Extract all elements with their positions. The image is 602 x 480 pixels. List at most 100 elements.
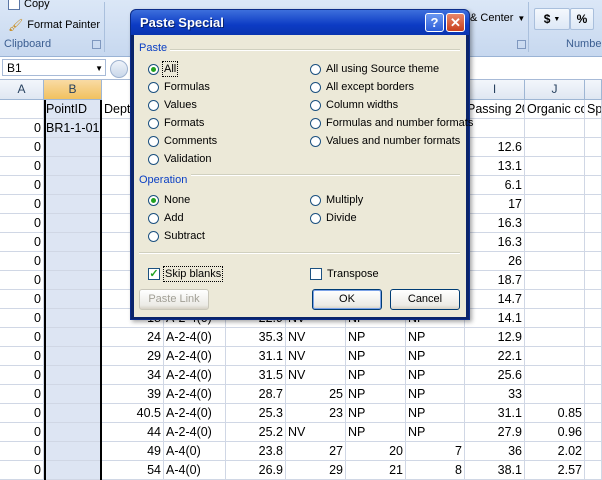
cell[interactable] bbox=[44, 309, 102, 328]
cell[interactable]: 0 bbox=[0, 176, 44, 195]
cell[interactable]: NV bbox=[286, 423, 346, 442]
cell[interactable]: 31.1 bbox=[465, 404, 525, 423]
currency-format-button[interactable]: $ ▼ bbox=[534, 8, 570, 30]
cancel-button[interactable]: Cancel bbox=[390, 289, 460, 310]
ok-button[interactable]: OK bbox=[312, 289, 382, 310]
cell[interactable] bbox=[44, 404, 102, 423]
cell[interactable] bbox=[585, 233, 602, 252]
cell[interactable] bbox=[585, 423, 602, 442]
radio-button[interactable] bbox=[310, 212, 321, 224]
cell[interactable]: NP bbox=[406, 366, 465, 385]
operation-add-radio[interactable]: Add bbox=[148, 212, 184, 224]
cell[interactable]: 29 bbox=[102, 347, 164, 366]
operation-subtract-radio[interactable]: Subtract bbox=[148, 230, 205, 242]
format-painter-button[interactable]: 🖌 Format Painter bbox=[8, 18, 100, 32]
cell[interactable]: 13.1 bbox=[465, 157, 525, 176]
cell[interactable]: 0 bbox=[0, 195, 44, 214]
cell[interactable]: 0 bbox=[0, 233, 44, 252]
cell[interactable] bbox=[44, 214, 102, 233]
chevron-down-icon[interactable]: ▼ bbox=[95, 60, 103, 77]
cell[interactable]: 22.1 bbox=[465, 347, 525, 366]
cell[interactable]: 2.02 bbox=[525, 442, 585, 461]
cell[interactable]: 8 bbox=[406, 461, 465, 480]
cell[interactable]: 0 bbox=[0, 442, 44, 461]
cell[interactable]: A-4(0) bbox=[164, 461, 226, 480]
operation-none-radio[interactable]: None bbox=[148, 194, 190, 206]
cell[interactable] bbox=[44, 442, 102, 461]
cell[interactable]: 25.6 bbox=[465, 366, 525, 385]
cell[interactable]: 54 bbox=[102, 461, 164, 480]
cell[interactable]: 6.1 bbox=[465, 176, 525, 195]
cell[interactable]: 16.3 bbox=[465, 233, 525, 252]
cell[interactable]: 2.57 bbox=[525, 461, 585, 480]
cell[interactable]: NV bbox=[286, 366, 346, 385]
paste-all-except-borders-radio[interactable]: All except borders bbox=[310, 81, 414, 93]
checkbox-box[interactable]: ✓ bbox=[148, 268, 160, 280]
cell[interactable]: 16.3 bbox=[465, 214, 525, 233]
cell[interactable]: 33 bbox=[465, 385, 525, 404]
cell[interactable]: A-2-4(0) bbox=[164, 404, 226, 423]
cell[interactable] bbox=[525, 385, 585, 404]
cell[interactable]: 14.7 bbox=[465, 290, 525, 309]
cell[interactable]: NP bbox=[406, 385, 465, 404]
cell[interactable] bbox=[44, 290, 102, 309]
cell[interactable] bbox=[585, 404, 602, 423]
cell[interactable]: Sp bbox=[585, 100, 602, 119]
cell[interactable] bbox=[44, 138, 102, 157]
paste-comments-radio[interactable]: Comments bbox=[148, 135, 217, 147]
cell[interactable]: 0 bbox=[0, 138, 44, 157]
cell[interactable]: 26 bbox=[465, 252, 525, 271]
cell[interactable] bbox=[525, 271, 585, 290]
cell[interactable]: NV bbox=[286, 328, 346, 347]
cell[interactable]: A-2-4(0) bbox=[164, 328, 226, 347]
paste-link-button[interactable]: Paste Link bbox=[139, 289, 209, 310]
cell[interactable] bbox=[44, 461, 102, 480]
cell[interactable]: NP bbox=[346, 423, 406, 442]
cell[interactable] bbox=[44, 385, 102, 404]
radio-button[interactable] bbox=[310, 81, 321, 93]
cell[interactable]: Passing 200 bbox=[465, 100, 525, 119]
cell[interactable] bbox=[44, 366, 102, 385]
cell[interactable]: 23.8 bbox=[226, 442, 286, 461]
cell[interactable] bbox=[525, 328, 585, 347]
radio-button[interactable] bbox=[310, 194, 321, 206]
cell[interactable]: 0 bbox=[0, 157, 44, 176]
cell[interactable]: 0.85 bbox=[525, 404, 585, 423]
radio-button[interactable] bbox=[148, 230, 159, 242]
cell[interactable] bbox=[525, 119, 585, 138]
cell[interactable] bbox=[525, 195, 585, 214]
skip-blanks-checkbox[interactable]: ✓ Skip blanks bbox=[148, 266, 224, 282]
cell[interactable] bbox=[44, 423, 102, 442]
operation-divide-radio[interactable]: Divide bbox=[310, 212, 357, 224]
cell[interactable]: 29 bbox=[286, 461, 346, 480]
cell[interactable] bbox=[0, 100, 44, 119]
cell[interactable] bbox=[525, 138, 585, 157]
cell[interactable]: 0 bbox=[0, 290, 44, 309]
cell[interactable] bbox=[525, 214, 585, 233]
cell[interactable]: 34 bbox=[102, 366, 164, 385]
cell[interactable] bbox=[585, 176, 602, 195]
cell[interactable]: 49 bbox=[102, 442, 164, 461]
paste-all-radio[interactable]: All bbox=[148, 61, 179, 77]
radio-button[interactable] bbox=[148, 99, 159, 111]
radio-button[interactable] bbox=[310, 63, 321, 75]
cell[interactable] bbox=[525, 347, 585, 366]
paste-column-widths-radio[interactable]: Column widths bbox=[310, 99, 398, 111]
cell[interactable]: 7 bbox=[406, 442, 465, 461]
cell[interactable]: NP bbox=[346, 385, 406, 404]
paste-validation-radio[interactable]: Validation bbox=[148, 153, 212, 165]
cell[interactable] bbox=[525, 157, 585, 176]
dialog-titlebar[interactable]: Paste Special ? ✕ bbox=[131, 10, 469, 35]
cell[interactable] bbox=[585, 385, 602, 404]
radio-button[interactable] bbox=[148, 194, 159, 206]
paste-all-using-source-theme-radio[interactable]: All using Source theme bbox=[310, 63, 439, 75]
cell[interactable]: 0 bbox=[0, 214, 44, 233]
cell[interactable] bbox=[585, 309, 602, 328]
cell[interactable]: 25.3 bbox=[226, 404, 286, 423]
cell[interactable] bbox=[525, 309, 585, 328]
cell[interactable]: 0 bbox=[0, 271, 44, 290]
cell[interactable]: NP bbox=[406, 404, 465, 423]
name-box[interactable]: B1 ▼ bbox=[2, 59, 106, 76]
cell[interactable]: NP bbox=[406, 423, 465, 442]
cell[interactable] bbox=[465, 119, 525, 138]
